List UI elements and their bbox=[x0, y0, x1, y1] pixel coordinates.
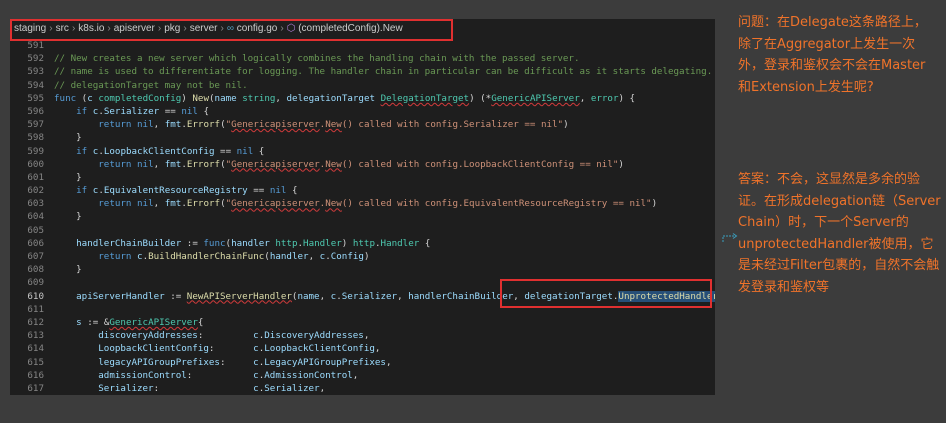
code-line[interactable]: 599 if c.LoopbackClientConfig == nil { bbox=[10, 145, 715, 158]
code-line[interactable]: 594 // delegationTarget may not be nil. bbox=[10, 79, 715, 92]
line-number: 603 bbox=[27, 198, 44, 210]
line-number: 598 bbox=[27, 132, 44, 144]
code-line[interactable]: 601 } bbox=[10, 171, 715, 184]
code-text: s := &GenericAPIServer{ bbox=[76, 316, 204, 328]
line-number: 612 bbox=[27, 316, 44, 328]
line-number: 615 bbox=[27, 356, 44, 368]
code-text: return nil, fmt.Errorf("Genericapiserver… bbox=[98, 198, 658, 210]
code-text: // New creates a new server which logica… bbox=[54, 53, 580, 65]
code-text: } bbox=[54, 171, 82, 183]
line-number: 594 bbox=[27, 79, 44, 91]
code-line[interactable]: 592 // New creates a new server which log… bbox=[10, 52, 715, 65]
code-line[interactable]: 598 } bbox=[10, 131, 715, 144]
code-line[interactable]: 606 handlerChainBuilder := func(handler … bbox=[10, 237, 715, 250]
code-line[interactable]: 607 return c.BuildHandlerChainFunc(handl… bbox=[10, 250, 715, 263]
code-text: if c.LoopbackClientConfig == nil { bbox=[76, 145, 265, 157]
line-number: 607 bbox=[27, 251, 44, 262]
answer-note: 答案：不会，这显然是多余的验证。在形成delegation链（Server Ch… bbox=[738, 172, 941, 295]
code-line[interactable]: 600 return nil, fmt.Errorf("Genericapise… bbox=[10, 158, 715, 171]
arrow-icon bbox=[722, 233, 738, 242]
line-number: 595 bbox=[27, 92, 44, 104]
line-number: 614 bbox=[27, 343, 44, 355]
question-note: 问题：在Delegate这条路径上，除了在Aggregator上发生一次外，登录… bbox=[738, 15, 927, 95]
code-line[interactable]: 595 func (c completedConfig) New(name str… bbox=[10, 92, 715, 105]
line-number: 605 bbox=[27, 224, 44, 236]
code-text: } bbox=[54, 132, 82, 144]
breadcrumb-highlight-box bbox=[10, 19, 453, 41]
code-text: return nil, fmt.Errorf("Genericapiserver… bbox=[98, 119, 569, 131]
line-number: 592 bbox=[27, 53, 44, 65]
code-line[interactable]: 593 // name is used to differentiate for … bbox=[10, 65, 715, 78]
line-number: 613 bbox=[27, 330, 44, 342]
line-number: 599 bbox=[27, 145, 44, 157]
code-text: if c.EquivalentResourceRegistry == nil { bbox=[76, 185, 298, 197]
line-number: 617 bbox=[27, 382, 44, 394]
code-line[interactable]: 597 return nil, fmt.Errorf("Genericapise… bbox=[10, 118, 715, 131]
code-line[interactable]: 604 } bbox=[10, 210, 715, 223]
line-number: 616 bbox=[27, 369, 44, 381]
code-text: // delegationTarget may not be nil. bbox=[54, 79, 248, 91]
line-number: 600 bbox=[27, 158, 44, 170]
code-text: admissionControl: c.AdmissionControl, bbox=[98, 369, 359, 381]
code-line[interactable]: 615 legacyAPIGroupPrefixes: c.LegacyAPIG… bbox=[10, 356, 715, 369]
code-line[interactable]: 596 if c.Serializer == nil { bbox=[10, 105, 715, 118]
code-editor[interactable]: staging › src › k8s.io › apiserver › pkg › server ›… bbox=[10, 19, 715, 395]
code-line[interactable]: 616 admissionControl: c.AdmissionControl… bbox=[10, 369, 715, 382]
code-line[interactable]: 603 return nil, fmt.Errorf("Genericapise… bbox=[10, 197, 715, 210]
line-number: 609 bbox=[27, 277, 44, 289]
code-line[interactable]: 612 s := &GenericAPIServer{ bbox=[10, 316, 715, 329]
line-number: 597 bbox=[27, 119, 44, 131]
code-text: // name is used to differentiate for log… bbox=[54, 66, 713, 78]
line-number: 601 bbox=[27, 171, 44, 183]
code-text: legacyAPIGroupPrefixes: c.LegacyAPIGroup… bbox=[98, 356, 392, 368]
code-text: if c.Serializer == nil { bbox=[76, 105, 210, 117]
code-text: Serializer: c.Serializer, bbox=[98, 382, 326, 394]
line-number: 593 bbox=[27, 66, 44, 78]
line-number: 606 bbox=[27, 237, 44, 249]
code-text: return nil, fmt.Errorf("Genericapiserver… bbox=[98, 158, 624, 170]
code-text: } bbox=[54, 264, 82, 276]
code-line[interactable]: 617 Serializer: c.Serializer, bbox=[10, 382, 715, 395]
code-text: return c.BuildHandlerChainFunc(handler, … bbox=[98, 251, 370, 262]
code-line[interactable]: 605 bbox=[10, 224, 715, 237]
code-area[interactable]: 591 592// New creates a new server which … bbox=[10, 39, 715, 395]
unprotected-handler-highlight-box bbox=[500, 279, 712, 308]
line-number: 608 bbox=[27, 264, 44, 276]
code-line[interactable]: 608 } bbox=[10, 263, 715, 276]
code-text: func (c completedConfig) New(name string… bbox=[54, 92, 636, 104]
line-number: 596 bbox=[27, 105, 44, 117]
line-number: 610 bbox=[27, 290, 44, 302]
code-line[interactable]: 602 if c.EquivalentResourceRegistry == n… bbox=[10, 184, 715, 197]
code-text: discoveryAddresses: c.DiscoveryAddresses… bbox=[98, 330, 370, 342]
code-text: } bbox=[54, 211, 82, 223]
code-line[interactable]: 614 LoopbackClientConfig: c.LoopbackClie… bbox=[10, 342, 715, 355]
line-number: 611 bbox=[27, 303, 44, 315]
line-number: 602 bbox=[27, 185, 44, 197]
code-line[interactable]: 613 discoveryAddresses: c.DiscoveryAddre… bbox=[10, 329, 715, 342]
code-text: LoopbackClientConfig: c.LoopbackClientCo… bbox=[98, 343, 381, 355]
line-number: 604 bbox=[27, 211, 44, 223]
code-text: handlerChainBuilder := func(handler http… bbox=[76, 237, 431, 249]
